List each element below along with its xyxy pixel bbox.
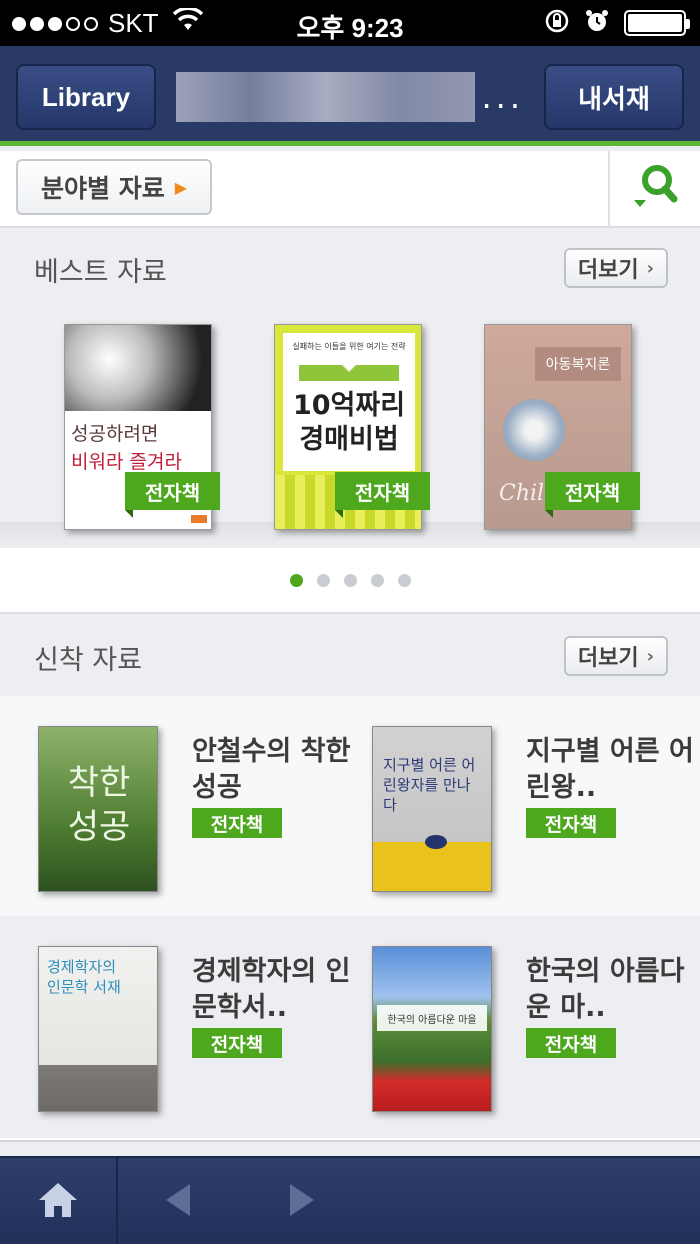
carousel-pager — [0, 548, 700, 614]
cover-subtitle: 실패하는 이들을 위한 여기는 전략 — [292, 342, 406, 351]
my-shelf-button[interactable]: 내서재 — [544, 64, 684, 130]
ebook-badge: 전자책 — [335, 472, 430, 518]
new-list-row: 경제학자의 인문학 서재 경제학자의 인문학서.. 전자책 한국의 아름다운 마… — [0, 916, 700, 1136]
pager-dot[interactable] — [316, 573, 330, 587]
ebook-badge: 전자책 — [192, 808, 282, 838]
cover-title: 지구별 어른 어린왕자를 만나다 — [383, 756, 476, 814]
app-header: Library ... 내서재 — [0, 46, 700, 146]
title-ellipsis: ... — [481, 78, 524, 116]
cover-figure — [425, 835, 447, 849]
header-title: ... — [176, 72, 524, 122]
category-button[interactable]: 분야별 자료 ▶ — [16, 159, 212, 215]
publisher-mark — [191, 515, 207, 523]
new-book-title: 안철수의 착한 성공 — [192, 736, 351, 803]
status-bar: SKT 오후 9:23 — [0, 0, 700, 46]
cover-arrow-graphic — [299, 365, 399, 381]
new-list-item[interactable]: 한국의 아름다운 마을 한국의 아름다운 마.. 전자책 — [372, 916, 700, 1136]
child-photo — [503, 399, 565, 461]
home-icon — [37, 1181, 79, 1223]
rotation-lock-icon — [544, 8, 570, 38]
home-button[interactable] — [0, 1158, 118, 1244]
forward-arrow-icon[interactable] — [290, 1184, 314, 1216]
new-book-cover[interactable]: 경제학자의 인문학 서재 — [38, 946, 158, 1112]
new-book-cover[interactable]: 지구별 어른 어린왕자를 만나다 — [372, 726, 492, 892]
new-book-title: 한국의 아름다운 마.. — [526, 956, 685, 1023]
status-icons — [544, 8, 690, 38]
best-carousel[interactable]: 성공하려면 비워라 즐겨라 전자책 실패하는 이들을 위한 여기는 전략 10억… — [0, 300, 700, 548]
new-list-item[interactable]: 경제학자의 인문학 서재 경제학자의 인문학서.. 전자책 — [38, 916, 373, 1136]
cover-title: 경제학자의 인문학 서재 — [47, 958, 121, 996]
ebook-badge: 전자책 — [192, 1028, 282, 1058]
cover-english-text: Chil — [499, 481, 545, 506]
best-more-button[interactable]: 더보기 › — [564, 248, 668, 288]
best-section-title: 베스트 자료 — [34, 257, 167, 288]
ebook-badge: 전자책 — [125, 472, 220, 518]
chevron-right-icon: › — [646, 257, 655, 279]
list-divider — [0, 1138, 700, 1142]
pager-dot[interactable] — [343, 573, 357, 587]
library-button[interactable]: Library — [16, 64, 156, 130]
new-list-item[interactable]: 착한 성공 안철수의 착한 성공 전자책 — [38, 696, 373, 916]
bottom-nav-bar — [0, 1156, 700, 1244]
search-icon — [630, 160, 680, 220]
cover-title: 한국의 아름다운 마을 — [377, 1005, 487, 1031]
new-book-title: 지구별 어른 어린왕.. — [526, 736, 694, 803]
pager-dot[interactable] — [397, 573, 411, 587]
new-list-item[interactable]: 지구별 어른 어린왕자를 만나다 지구별 어른 어린왕.. 전자책 — [372, 696, 700, 916]
new-section-header: 신착 자료 더보기 › — [0, 618, 700, 688]
alarm-icon — [584, 8, 610, 38]
new-book-title: 경제학자의 인문학서.. — [192, 956, 351, 1023]
new-book-cover[interactable]: 착한 성공 — [38, 726, 158, 892]
triangle-right-icon: ▶ — [174, 177, 188, 197]
back-arrow-icon[interactable] — [166, 1184, 190, 1216]
pager-dot-active[interactable] — [289, 573, 303, 587]
new-book-cover[interactable]: 한국의 아름다운 마을 — [372, 946, 492, 1112]
ebook-badge: 전자책 — [545, 472, 640, 518]
cover-title: 착한 성공 — [67, 763, 131, 847]
pager-dot[interactable] — [370, 573, 384, 587]
search-button[interactable] — [608, 151, 700, 228]
chevron-right-icon: › — [646, 645, 655, 667]
sub-toolbar: 분야별 자료 ▶ — [0, 151, 700, 228]
new-list-row: 착한 성공 안철수의 착한 성공 전자책 지구별 어른 어린왕자를 만나다 지구… — [0, 696, 700, 916]
new-more-button[interactable]: 더보기 › — [564, 636, 668, 676]
cover-title-2: 경매비법 — [299, 424, 399, 455]
more-label: 더보기 — [577, 258, 639, 283]
category-label: 분야별 자료 — [40, 174, 165, 203]
cover-title: 아동복지론 — [535, 347, 621, 381]
ebook-badge: 전자책 — [526, 808, 616, 838]
best-section-header: 베스트 자료 더보기 › — [0, 230, 700, 300]
cover-title-1: 10억짜리 — [292, 390, 406, 421]
battery-icon — [624, 10, 690, 36]
new-section-title: 신착 자료 — [34, 645, 142, 676]
more-label: 더보기 — [577, 646, 639, 671]
ebook-badge: 전자책 — [526, 1028, 616, 1058]
blurred-library-name — [176, 72, 476, 122]
cover-title-1: 성공하려면 — [71, 423, 159, 445]
cover-photo — [65, 325, 211, 411]
